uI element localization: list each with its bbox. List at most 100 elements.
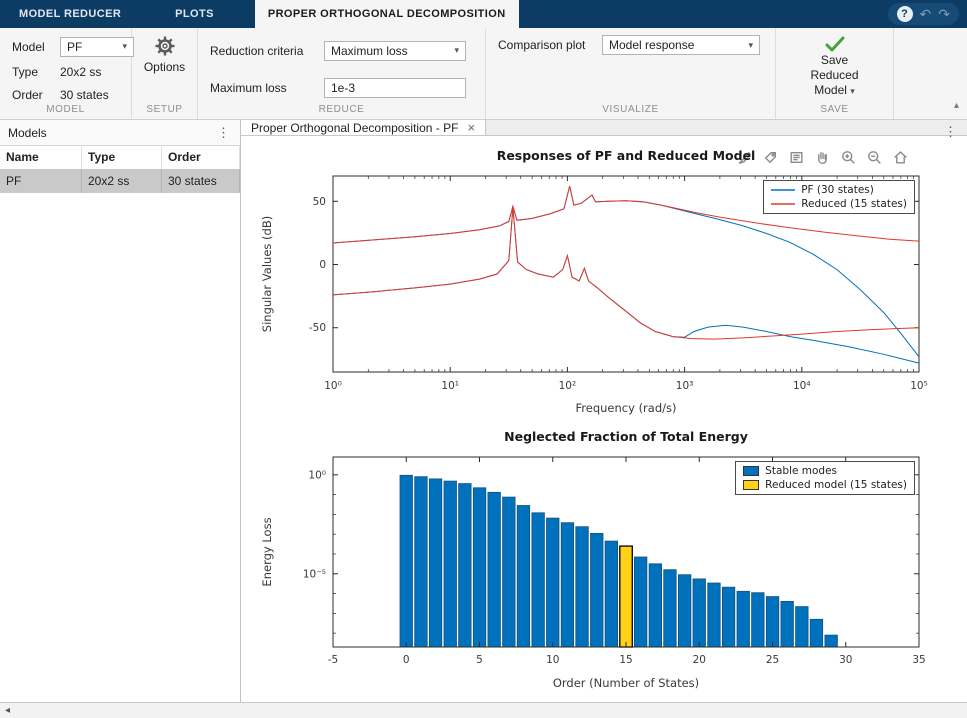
toolstrip-tabbar: MODEL REDUCER PLOTS PROPER ORTHOGONAL DE… <box>0 0 967 28</box>
model-dropdown-value: PF <box>67 40 82 54</box>
ribbon-section-visualize: Comparison plot Model response ▾ VISUALI… <box>486 28 776 119</box>
models-panel-title: Models <box>8 126 47 140</box>
save-reduced-model-button[interactable]: Save Reduced Model ▾ <box>788 35 881 104</box>
options-label: Options <box>144 60 185 74</box>
svg-text:Frequency (rad/s): Frequency (rad/s) <box>576 401 677 415</box>
close-icon[interactable]: × <box>467 120 475 135</box>
svg-text:25: 25 <box>766 654 779 666</box>
svg-text:Singular Values (dB): Singular Values (dB) <box>260 216 274 332</box>
options-button[interactable]: Options <box>144 35 185 104</box>
ribbon-section-setup: Options SETUP <box>132 28 198 119</box>
save-label-line2: Reduced Model ▾ <box>796 68 873 99</box>
table-row[interactable]: PF 20x2 ss 30 states <box>0 170 240 193</box>
legend-label: Reduced model (15 states) <box>765 479 907 491</box>
column-header-name: Name <box>0 146 82 169</box>
legend-item-reduced-model: Reduced model (15 states) <box>743 479 907 491</box>
order-label: Order <box>12 88 52 102</box>
ribbon-section-save: Save Reduced Model ▾ SAVE <box>776 28 894 119</box>
document-area: Proper Orthogonal Decomposition - PF × ⋮ <box>241 120 967 702</box>
svg-text:-50: -50 <box>309 322 326 334</box>
ribbon: Model PF ▾ Type 20x2 ss Order 30 states … <box>0 28 967 120</box>
models-panel-header: Models ⋮ <box>0 120 240 146</box>
comparison-plot-value: Model response <box>609 38 694 52</box>
chevron-down-icon: ▾ <box>454 45 459 56</box>
model-reducer-app: MODEL REDUCER PLOTS PROPER ORTHOGONAL DE… <box>0 0 967 718</box>
undo-icon[interactable]: ↶ <box>920 7 932 21</box>
main-area: Models ⋮ Name Type Order PF 20x2 ss 30 s… <box>0 120 967 702</box>
svg-text:10⁰: 10⁰ <box>324 380 342 392</box>
legend-patch <box>743 480 759 490</box>
section-label-save: SAVE <box>788 104 881 117</box>
tab-plots[interactable]: PLOTS <box>162 0 227 28</box>
svg-text:0: 0 <box>403 654 410 666</box>
type-label: Type <box>12 65 52 79</box>
models-panel: Models ⋮ Name Type Order PF 20x2 ss 30 s… <box>0 120 241 702</box>
svg-text:10⁴: 10⁴ <box>793 380 811 392</box>
column-header-order: Order <box>162 146 240 169</box>
model-name-cell: PF <box>0 170 82 193</box>
svg-text:10⁰: 10⁰ <box>308 469 326 481</box>
tab-proper-orthogonal-decomposition[interactable]: PROPER ORTHOGONAL DECOMPOSITION <box>255 0 519 28</box>
legend-item-pf: PF (30 states) <box>771 184 907 196</box>
check-icon <box>824 35 846 53</box>
model-dropdown[interactable]: PF ▾ <box>60 37 134 57</box>
quick-access-toolbar: ? ↶ ↷ <box>888 3 959 25</box>
energy-chart: Neglected Fraction of Total Energy 10⁰10… <box>255 427 935 696</box>
collapse-ribbon-icon[interactable]: ▴ <box>954 100 959 111</box>
figure-area: Responses of PF and Reduced Model 10⁰ 10¹… <box>241 136 967 702</box>
svg-text:Energy Loss: Energy Loss <box>260 517 274 586</box>
collapse-panel-icon[interactable]: ◂ <box>5 705 10 716</box>
type-value: 20x2 ss <box>60 65 134 79</box>
tab-pod-pf[interactable]: Proper Orthogonal Decomposition - PF × <box>241 120 486 135</box>
chevron-down-icon: ▾ <box>122 41 127 52</box>
legend-line-sample <box>771 187 795 193</box>
order-value: 30 states <box>60 88 134 102</box>
document-tab-title: Proper Orthogonal Decomposition - PF <box>251 121 458 135</box>
section-label-setup: SETUP <box>144 104 185 117</box>
svg-text:10²: 10² <box>559 380 577 392</box>
save-label-line1: Save <box>821 53 848 68</box>
section-label-reduce: REDUCE <box>210 104 473 117</box>
maximum-loss-input[interactable] <box>324 78 466 98</box>
reduction-criteria-label: Reduction criteria <box>210 44 314 58</box>
svg-text:0: 0 <box>319 259 326 271</box>
svg-text:Order (Number of States): Order (Number of States) <box>553 676 699 690</box>
reduction-criteria-dropdown[interactable]: Maximum loss ▾ <box>324 41 466 61</box>
energy-legend[interactable]: Stable modes Reduced model (15 states) <box>735 461 915 495</box>
legend-item-reduced: Reduced (15 states) <box>771 198 907 210</box>
section-label-visualize: VISUALIZE <box>498 104 763 117</box>
kebab-menu-icon[interactable]: ⋮ <box>215 125 232 141</box>
svg-text:50: 50 <box>313 196 326 208</box>
reduction-criteria-value: Maximum loss <box>331 44 408 58</box>
gear-icon <box>154 35 176 57</box>
svg-text:10⁵: 10⁵ <box>910 380 928 392</box>
column-header-type: Type <box>82 146 162 169</box>
models-table-header: Name Type Order <box>0 146 240 170</box>
legend-line-sample <box>771 201 795 207</box>
ribbon-section-reduce: Reduction criteria Maximum loss ▾ Maximu… <box>198 28 486 119</box>
legend-label: Reduced (15 states) <box>801 198 907 210</box>
svg-text:-5: -5 <box>328 654 338 666</box>
chevron-down-icon: ▾ <box>850 86 855 96</box>
svg-text:10¹: 10¹ <box>441 380 459 392</box>
chevron-down-icon: ▾ <box>748 40 753 51</box>
response-chart: Responses of PF and Reduced Model 10⁰ 10¹… <box>255 146 935 421</box>
svg-text:35: 35 <box>912 654 925 666</box>
section-label-model: MODEL <box>12 104 119 117</box>
status-bar: ◂ <box>0 702 967 718</box>
maximum-loss-label: Maximum loss <box>210 81 314 95</box>
legend-label: Stable modes <box>765 465 837 477</box>
tab-model-reducer[interactable]: MODEL REDUCER <box>6 0 134 28</box>
comparison-plot-label: Comparison plot <box>498 38 592 52</box>
svg-text:20: 20 <box>693 654 706 666</box>
model-type-cell: 20x2 ss <box>82 170 162 193</box>
response-legend[interactable]: PF (30 states) Reduced (15 states) <box>763 180 915 214</box>
svg-text:10³: 10³ <box>676 380 694 392</box>
response-chart-title: Responses of PF and Reduced Model <box>255 146 935 166</box>
help-icon[interactable]: ? <box>897 6 913 22</box>
redo-icon[interactable]: ↷ <box>938 7 950 21</box>
comparison-plot-dropdown[interactable]: Model response ▾ <box>602 35 760 55</box>
svg-text:5: 5 <box>476 654 483 666</box>
document-tabbar: Proper Orthogonal Decomposition - PF × ⋮ <box>241 120 967 136</box>
svg-text:10⁻⁵: 10⁻⁵ <box>303 568 326 580</box>
